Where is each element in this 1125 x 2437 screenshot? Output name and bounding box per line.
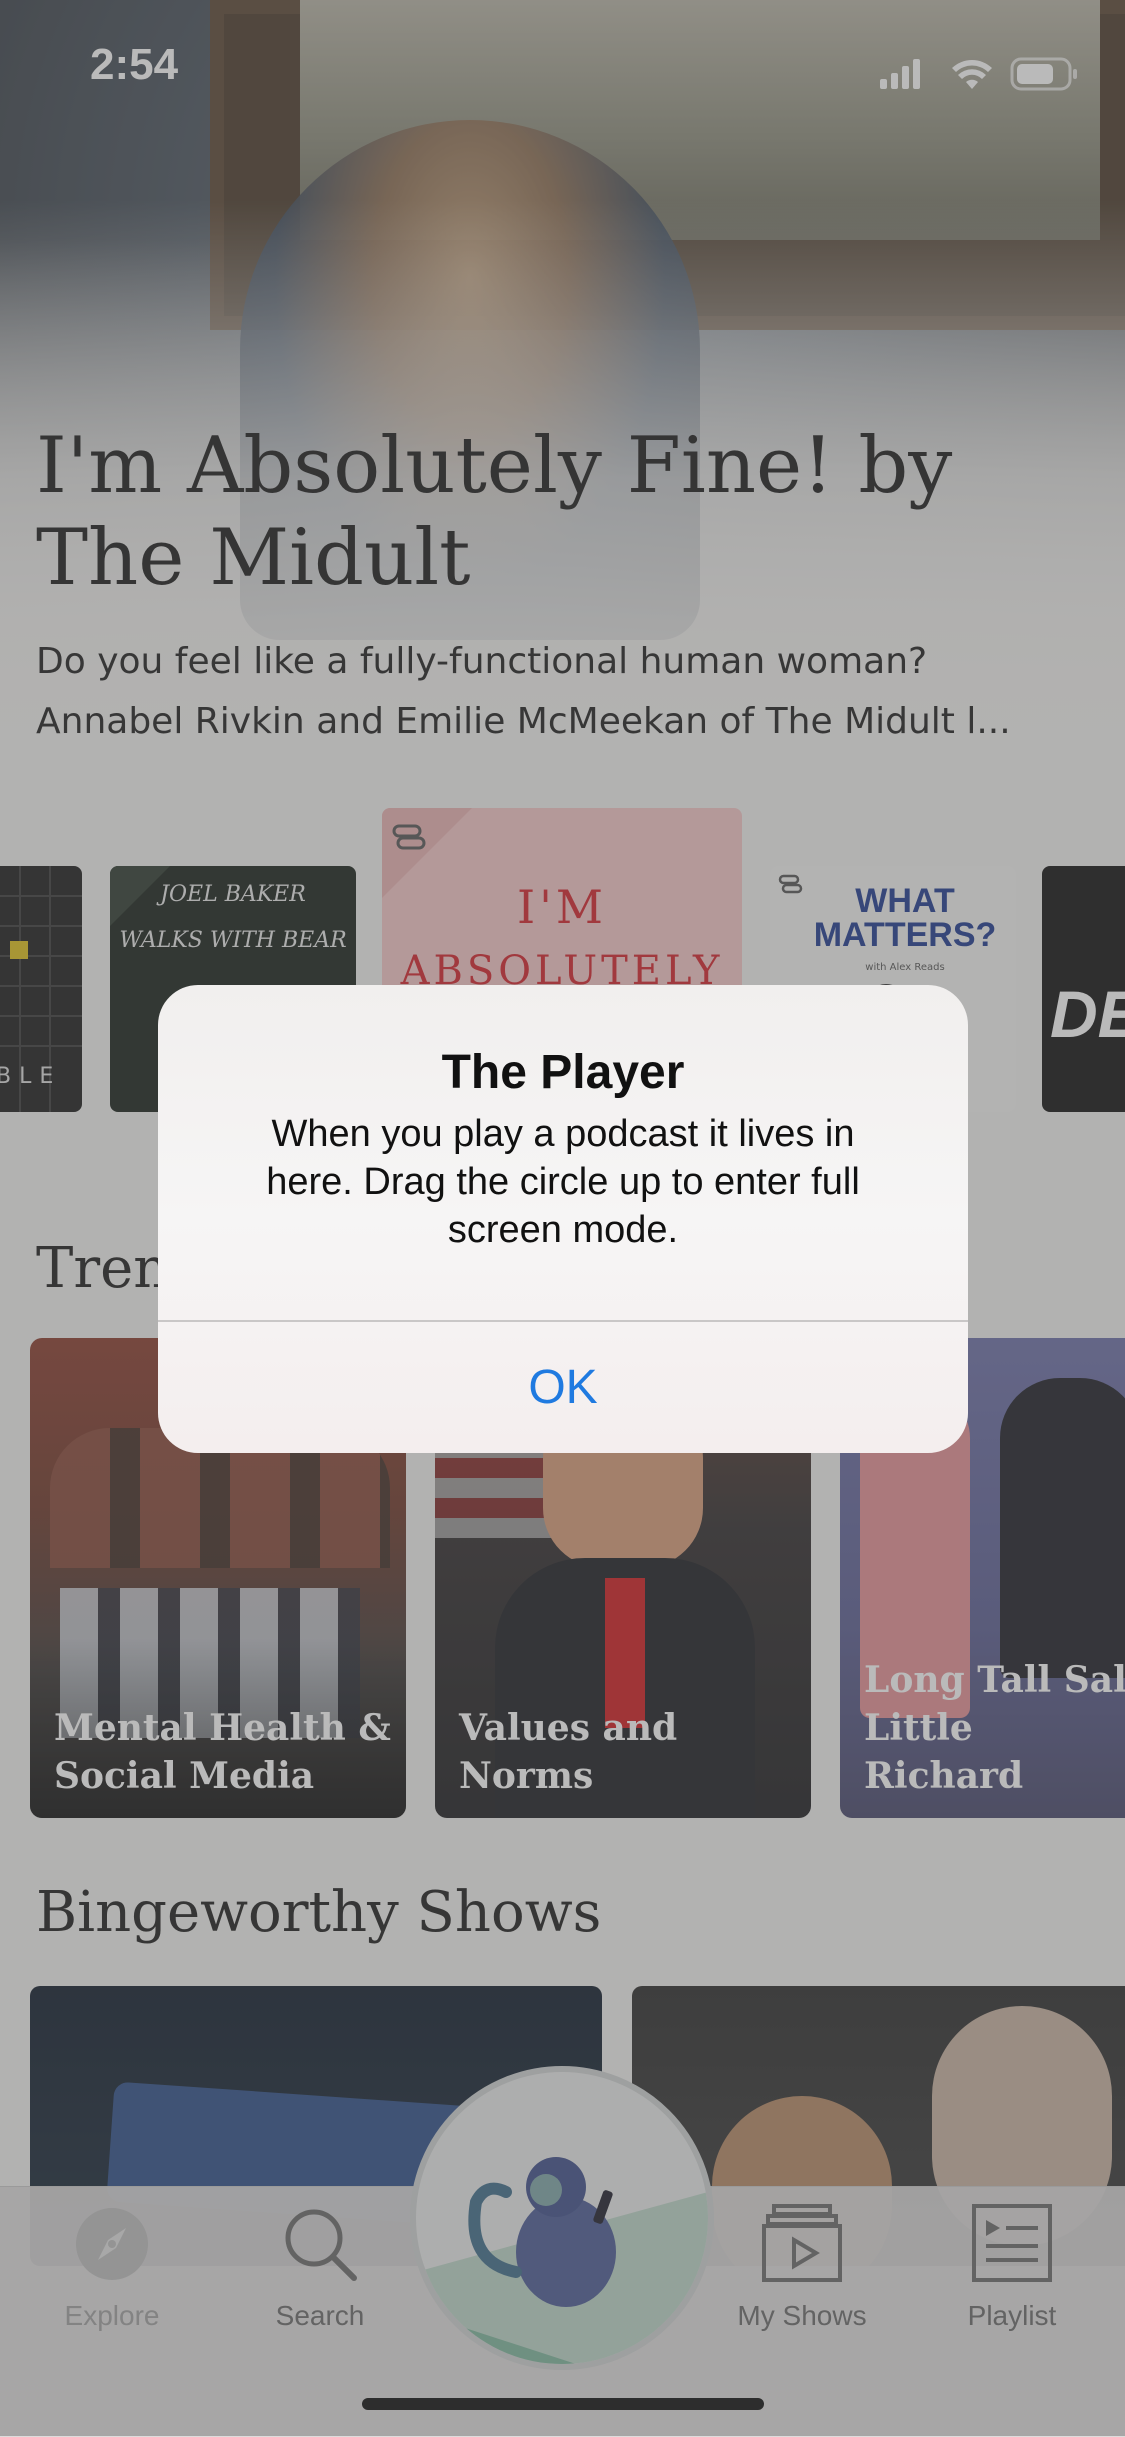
alert-message: When you play a podcast it lives in here… <box>266 1113 860 1251</box>
player-alert-dialog: The Player When you play a podcast it li… <box>158 985 968 1453</box>
alert-title: The Player <box>441 1046 685 1099</box>
alert-ok-button[interactable]: OK <box>158 1322 968 1453</box>
